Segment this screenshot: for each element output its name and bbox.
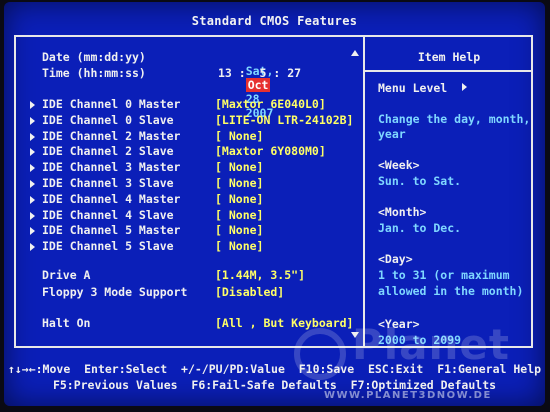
bios-screen: Standard CMOS Features Date (mm:dd:yy) S… — [4, 2, 545, 406]
time-value[interactable]: 13 : 5 : 27 — [218, 66, 301, 80]
ide-channel-value[interactable]: [ None] — [215, 223, 263, 237]
submenu-arrow-icon — [30, 195, 35, 204]
watermark: Planet WWW.PLANET3DNOW.DE — [294, 320, 544, 406]
submenu-arrow-icon — [30, 148, 35, 157]
help-title-divider — [365, 70, 533, 72]
submenu-arrow-icon — [30, 243, 35, 252]
ide-channel-label[interactable]: IDE Channel 3 Slave — [42, 176, 174, 190]
ide-channel-value[interactable]: [Maxtor 6E040L0] — [215, 97, 326, 111]
ide-channel-value[interactable]: [ None] — [215, 192, 263, 206]
ide-channel-value[interactable]: [Maxtor 6Y080M0] — [215, 144, 326, 158]
floppy-mode-value[interactable]: [Disabled] — [215, 285, 284, 299]
ide-channel-label[interactable]: IDE Channel 4 Slave — [42, 208, 174, 222]
submenu-arrow-icon — [30, 227, 35, 236]
submenu-arrow-icon — [30, 116, 35, 125]
help-description-line2: year — [378, 127, 406, 141]
page-title: Standard CMOS Features — [191, 14, 358, 28]
help-month-heading: <Month> — [378, 205, 427, 219]
watermark-planet-icon — [294, 328, 346, 380]
time-label: Time (hh:mm:ss) — [42, 66, 146, 80]
help-day-text-line2: allowed in the month) — [378, 284, 524, 298]
date-label: Date (mm:dd:yy) — [42, 50, 146, 64]
help-title: Item Help — [417, 50, 481, 64]
ide-channel-label[interactable]: IDE Channel 4 Master — [42, 192, 180, 206]
submenu-arrow-icon — [30, 211, 35, 220]
help-description-line1: Change the day, month, — [378, 112, 531, 126]
submenu-arrow-icon — [30, 180, 35, 188]
ide-channel-value[interactable]: [ None] — [215, 176, 263, 190]
ide-channel-value[interactable]: [ None] — [215, 160, 263, 174]
submenu-arrow-icon — [30, 132, 35, 141]
date-month[interactable]: Oct — [245, 78, 271, 92]
ide-channel-label[interactable]: IDE Channel 2 Master — [42, 129, 180, 143]
ide-channel-value[interactable]: [ None] — [215, 129, 263, 143]
drive-a-value[interactable]: [1.44M, 3.5"] — [215, 268, 305, 282]
watermark-url: WWW.PLANET3DNOW.DE — [324, 390, 492, 401]
help-week-heading: <Week> — [378, 158, 420, 172]
watermark-brand: Planet — [352, 320, 510, 369]
menu-level-arrow-icon — [462, 83, 467, 91]
ide-channel-value[interactable]: [ None] — [215, 208, 263, 222]
ide-channel-label[interactable]: IDE Channel 5 Slave — [42, 239, 174, 253]
submenu-arrow-icon — [30, 101, 35, 109]
help-week-text: Sun. to Sat. — [378, 174, 462, 188]
floppy-mode-label: Floppy 3 Mode Support — [42, 285, 188, 299]
halt-on-label: Halt On — [42, 316, 91, 330]
panel-divider — [363, 35, 365, 348]
ide-channel-label[interactable]: IDE Channel 0 Slave — [42, 113, 174, 127]
submenu-arrow-icon — [30, 164, 35, 173]
scroll-up-icon[interactable] — [351, 50, 359, 56]
ide-channel-label[interactable]: IDE Channel 2 Slave — [42, 144, 174, 158]
ide-channel-value[interactable]: [LITE-ON LTR-24102B] — [215, 113, 353, 127]
help-day-heading: <Day> — [378, 252, 413, 266]
drive-a-label: Drive A — [42, 268, 91, 282]
ide-channel-value[interactable]: [ None] — [215, 239, 263, 253]
help-month-text: Jan. to Dec. — [378, 221, 462, 235]
help-day-text-line1: 1 to 31 (or maximum — [378, 268, 510, 282]
ide-channel-label[interactable]: IDE Channel 5 Master — [42, 223, 180, 237]
ide-channel-label[interactable]: IDE Channel 0 Master — [42, 97, 180, 111]
help-menu-level: Menu Level — [378, 81, 448, 95]
ide-channel-label[interactable]: IDE Channel 3 Master — [42, 160, 180, 174]
